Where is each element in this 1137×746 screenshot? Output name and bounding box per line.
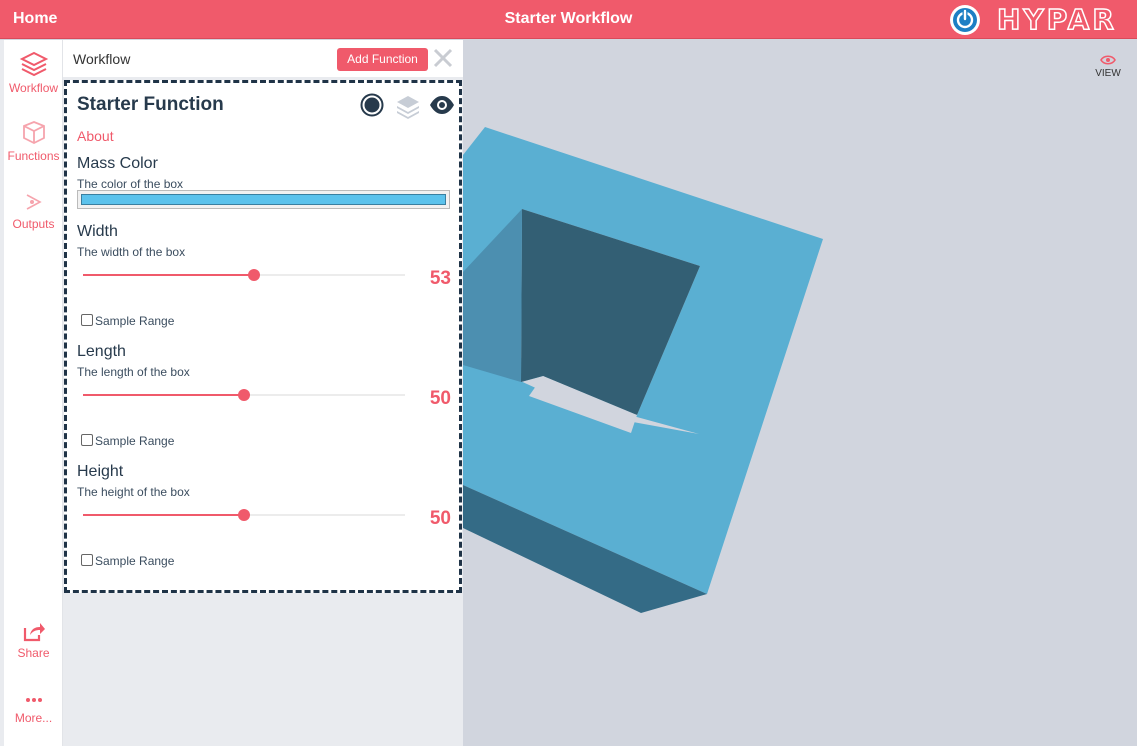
3d-viewport[interactable]: VIEW	[463, 40, 1137, 746]
function-name: Starter Function	[77, 94, 224, 115]
more-dots-icon	[25, 698, 42, 702]
panel-header: Workflow Add Function	[63, 40, 463, 77]
view-label: VIEW	[1095, 68, 1121, 79]
rail-item-outputs[interactable]: Outputs	[4, 190, 63, 231]
checkbox[interactable]	[81, 554, 93, 566]
length-slider[interactable]	[83, 389, 405, 401]
sample-range-label: Sample Range	[95, 554, 175, 568]
width-slider-fill	[83, 274, 254, 276]
add-function-button[interactable]: Add Function	[337, 48, 428, 71]
rail-label: Workflow	[8, 81, 59, 95]
height-label: Height	[77, 463, 124, 480]
rail-label: Share	[17, 646, 50, 660]
hypar-logo[interactable]: HYPAR	[996, 2, 1117, 37]
height-slider-fill	[83, 514, 244, 516]
top-bar: Home Starter Workflow HYPAR	[0, 0, 1137, 39]
record-icon[interactable]	[360, 93, 384, 117]
eye-icon[interactable]	[429, 95, 455, 115]
rail-label: Functions	[7, 149, 60, 163]
height-sample-range[interactable]: Sample Range	[81, 554, 174, 568]
layers-stack-icon[interactable]	[395, 93, 421, 119]
length-slider-fill	[83, 394, 244, 396]
panel-title: Workflow	[73, 51, 131, 67]
width-sample-range[interactable]: Sample Range	[81, 314, 174, 328]
length-description: The length of the box	[77, 365, 190, 379]
length-label: Length	[77, 343, 126, 360]
view-button[interactable]: VIEW	[1089, 54, 1127, 90]
mass-color-picker[interactable]	[77, 190, 450, 209]
rail-item-functions[interactable]: Functions	[4, 120, 63, 163]
close-icon[interactable]	[432, 47, 454, 69]
workflow-panel: Workflow Add Function Starter Function A…	[63, 40, 463, 746]
rail-item-more[interactable]: More...	[4, 692, 63, 725]
rail-label: Outputs	[12, 217, 55, 231]
rail-item-workflow[interactable]: Workflow	[4, 50, 63, 95]
width-description: The width of the box	[77, 245, 186, 259]
mass-color-description: The color of the box	[77, 177, 184, 191]
sample-range-label: Sample Range	[95, 314, 175, 328]
length-sample-range[interactable]: Sample Range	[81, 434, 174, 448]
box-model[interactable]	[463, 40, 1137, 746]
outputs-icon	[26, 194, 42, 210]
function-box-icon	[22, 121, 45, 145]
height-description: The height of the box	[77, 485, 190, 499]
layers-icon	[19, 51, 48, 77]
rail-item-share[interactable]: Share	[4, 621, 63, 660]
sample-range-label: Sample Range	[95, 434, 175, 448]
checkbox[interactable]	[81, 434, 93, 446]
width-slider[interactable]	[83, 269, 405, 281]
rail-label: More...	[14, 711, 53, 725]
length-value: 50	[429, 388, 451, 409]
color-swatch	[81, 194, 446, 205]
width-slider-thumb[interactable]	[247, 269, 260, 281]
eye-icon	[1100, 55, 1116, 65]
power-icon[interactable]	[950, 5, 980, 35]
checkbox[interactable]	[81, 314, 93, 326]
left-rail: Workflow Functions Outputs Share More...	[0, 40, 63, 746]
length-slider-thumb[interactable]	[238, 389, 250, 401]
height-slider-thumb[interactable]	[238, 509, 250, 521]
width-label: Width	[77, 223, 118, 240]
height-value: 50	[429, 508, 451, 529]
width-value: 53	[429, 268, 451, 289]
mass-color-label: Mass Color	[77, 155, 158, 172]
about-link[interactable]: About	[77, 128, 114, 144]
share-icon	[23, 623, 45, 642]
function-card: Starter Function About Mass Color The co…	[64, 80, 462, 593]
height-slider[interactable]	[83, 509, 405, 521]
